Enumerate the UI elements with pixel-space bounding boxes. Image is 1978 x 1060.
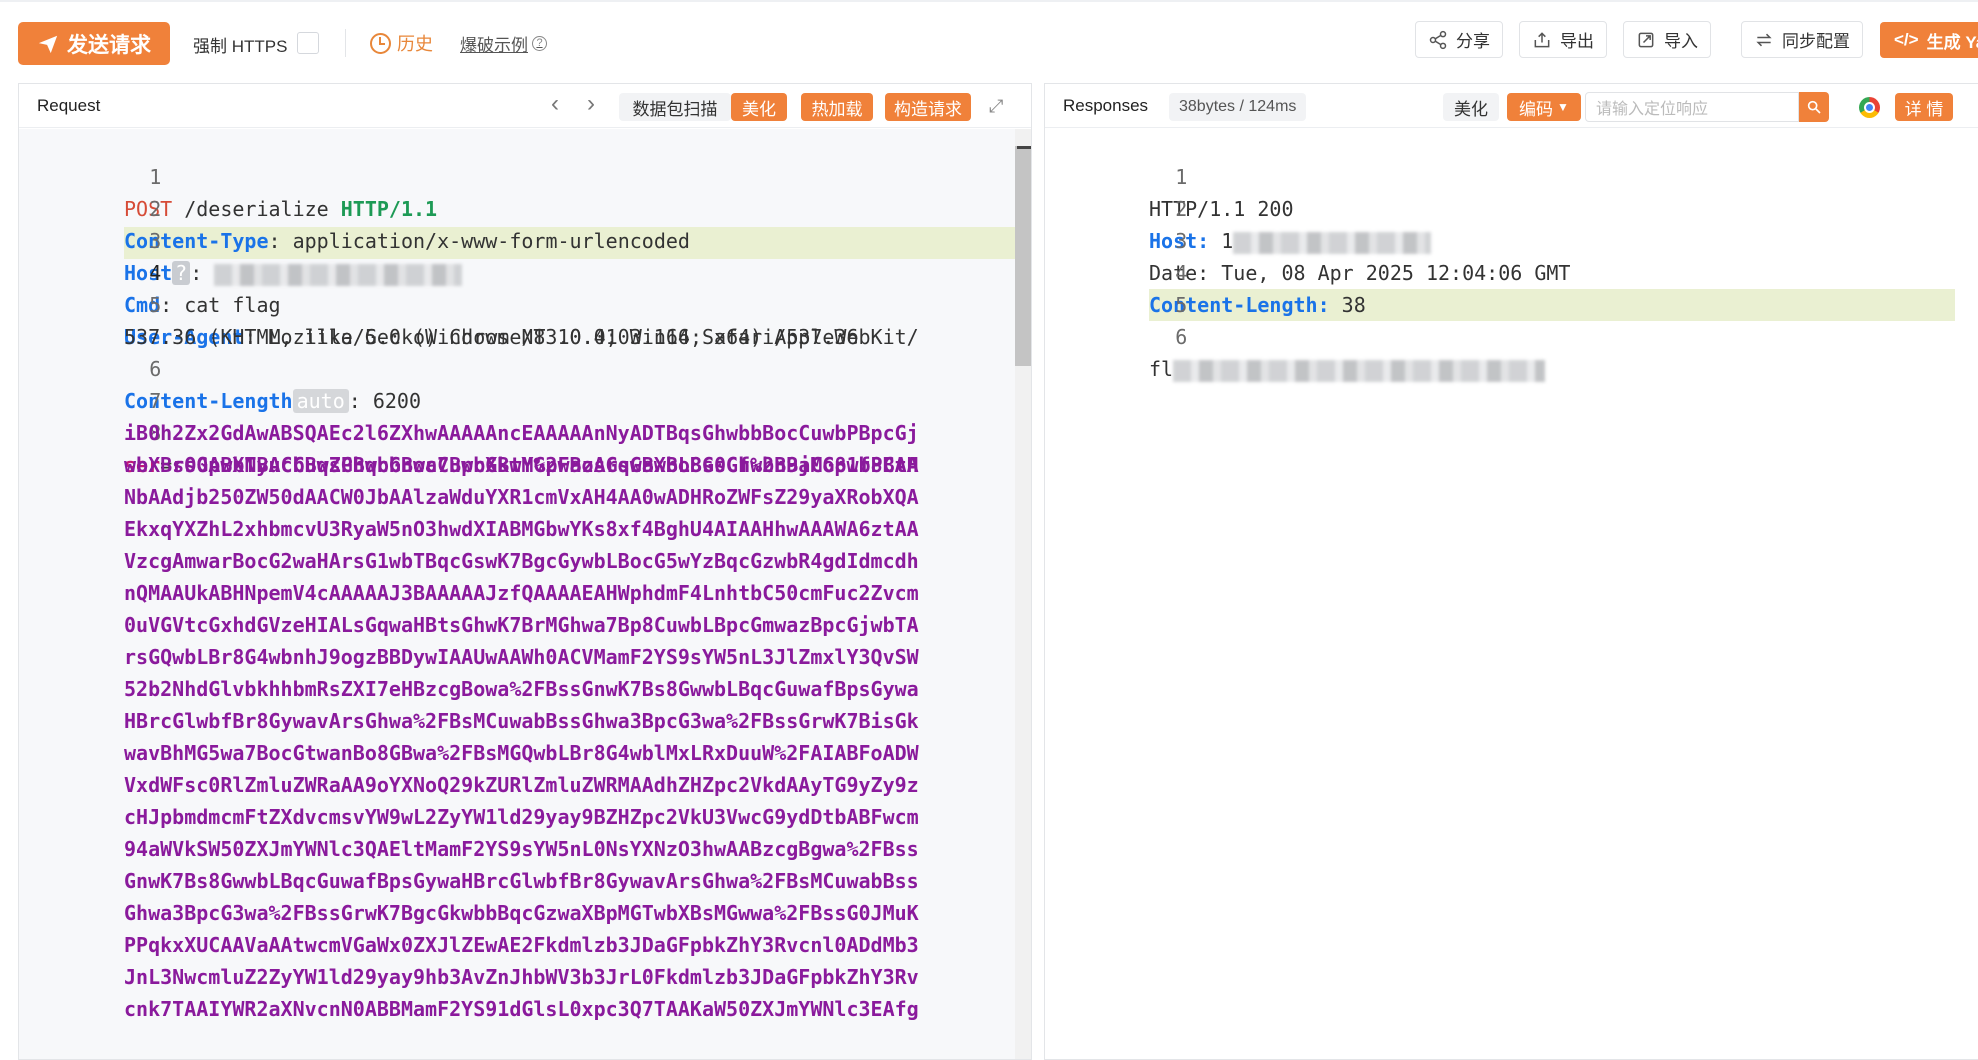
expand-icon[interactable]: ⤢ [989,96,1003,117]
body-line: GnwK7Bs8GwwbLBqcGuwafBpsGywaHBrcGlwbfBr8… [124,869,919,893]
response-line-6: 6 fl [1045,289,1978,417]
response-stats: 38bytes / 124ms [1169,93,1307,121]
history-label: 历史 [397,34,433,54]
send-request-button[interactable]: 发送请求 [18,22,170,65]
chrome-icon[interactable] [1859,97,1880,118]
body-line: NbAAdjb250ZW50dAACW0JbAAlzaWduYXR1cmVxAH… [124,485,919,509]
body-line: PPqkxXUCAAVaAAtwcmVGaWx0ZXJlZEwAE2Fkdmlz… [124,933,919,957]
encoding-dropdown[interactable]: 编码 ▼ [1507,93,1581,121]
body-line: iB0h2Zx2GdAwABSQAEc2l6ZXhwAAAAAncEAAAAAn… [124,421,919,445]
export-label: 导出 [1560,32,1594,51]
response-panel: Responses 38bytes / 124ms 美化 编码 ▼ 请输入定位响… [1044,83,1978,1060]
flag-prefix: fl [1149,357,1174,381]
history-button[interactable]: 历史 [370,30,433,56]
body-line: VzcgAmwarBocG2waHArsG1wbTBqcGswK7BgcGywb… [124,549,919,573]
generate-label: 生成 Ya [1926,32,1978,52]
clock-icon [370,32,391,54]
body-line: HBrcGlwbfBr8GywavArsGhwa%2FBsMCuwabBssGh… [124,709,919,733]
export-icon [1534,31,1550,47]
body-line: nQMAAUkABHNpemV4cAAAAAJ3BAAAAAJzfQAAAAEA… [124,581,919,605]
body-line: wbXBssGpwbTBucCuwZPBqcGnwa7BpcGkwY%2FBos… [124,453,919,477]
response-title: Responses [1063,96,1149,115]
sync-icon [1756,33,1772,46]
line-number: 6 [1175,325,1188,349]
burst-example-link[interactable]: 爆破示例 ? [460,31,547,56]
packet-scan-button[interactable]: 数据包扫描 [619,93,731,121]
body-line: wavBhMG5wa7BocGtwanBo8GBwa%2FBsMGQwbLBr8… [124,741,919,765]
request-title: Request [37,96,101,115]
share-label: 分享 [1456,32,1490,51]
body-line: EkxqYXZhL2xhbmcvU3RyaW5nO3hwdXIABMGbwYKs… [124,517,919,541]
body-line: VxdWFsc0RlZmluZWRaAA9oYXNoQ29kZURlZmluZW… [124,773,919,797]
burst-example-label: 爆破示例 [460,36,528,55]
detail-button[interactable]: 详 情 [1895,93,1953,121]
import-icon [1638,32,1654,47]
response-header: Responses 38bytes / 124ms 美化 编码 ▼ 请输入定位响… [1045,84,1978,128]
import-label: 导入 [1664,32,1698,51]
chevron-left-icon[interactable]: ‹ [551,92,559,116]
code-icon: </> [1894,30,1919,49]
export-button[interactable]: 导出 [1519,21,1607,58]
build-request-button[interactable]: 构造请求 [885,93,971,121]
body-line: rsGQwbLBr8G4wbnhJ9ogzBBDywIAAUwAAWh0ACVM… [124,645,919,669]
chevron-right-icon[interactable]: › [587,92,595,116]
response-search-input[interactable]: 请输入定位响应 [1585,92,1799,122]
request-header: Request ‹ › 数据包扫描 美化 热加载 构造请求 ⤢ [19,84,1031,128]
response-editor[interactable]: 1 HTTP/1.1 200 2 Host: 1 3 Date: Tue, 08… [1045,129,1978,1059]
body-line: Ghwa3BpcG3wa%2FBssGrwK7BgcGkwbbBqcGzwaXB… [124,901,919,925]
divider [345,29,346,57]
generate-yaml-button[interactable]: </> 生成 Ya [1880,22,1978,58]
force-https-checkbox[interactable] [297,32,319,54]
force-https-label: 强制 HTTPS [193,37,288,56]
send-request-label: 发送请求 [67,33,151,57]
body-line: cnk7TAAIYWR2aXNvcnN0ABBMamF2YS91dGlsL0xp… [124,997,919,1021]
send-icon [38,35,58,53]
request-editor[interactable]: 1 POST /deserialize HTTP/1.1 2 Content-T… [19,129,1031,1059]
sync-config-label: 同步配置 [1782,32,1850,51]
sync-config-button[interactable]: 同步配置 [1741,21,1863,58]
chevron-down-icon: ▼ [1557,100,1569,114]
response-beautify-button[interactable]: 美化 [1443,93,1499,121]
scroll-marker [1017,146,1031,149]
share-button[interactable]: 分享 [1415,21,1503,58]
share-icon [1429,30,1447,49]
body-line: 0uVGVtcGxhdGVzeHIALsGqwaHBtsGhwK7BrMGhwa… [124,613,919,637]
search-icon [1807,100,1821,114]
top-toolbar: 发送请求 强制 HTTPS 历史 爆破示例 ? 分享 导出 导入 同步配置 </… [0,0,1978,80]
body-line: 94aWVkSW50ZXJmYWNlc3QAEltMamF2YS9sYW5nL0… [124,837,919,861]
help-icon[interactable]: ? [532,36,547,51]
encoding-label: 编码 [1519,99,1554,119]
import-button[interactable]: 导入 [1623,21,1711,58]
redacted-flag [1173,359,1546,382]
hot-reload-button[interactable]: 热加载 [801,93,873,121]
body-line: cHJpbmdmcmFtZXdvcmsvYW9wL2ZyYW1ld29yay9B… [124,805,919,829]
request-panel: Request ‹ › 数据包扫描 美化 热加载 构造请求 ⤢ 1 POST /… [18,83,1032,1060]
body-line: JnL3NwcmluZ2ZyYW1ld29yay9hb3AvZnJhbWV3b3… [124,965,919,989]
request-scroll-thumb[interactable] [1015,146,1031,366]
body-line: 52b2NhdGlvbkhhbmRsZXI7eHBzcgBowa%2FBssGn… [124,677,919,701]
beautify-button[interactable]: 美化 [731,93,787,121]
search-button[interactable] [1799,92,1829,122]
